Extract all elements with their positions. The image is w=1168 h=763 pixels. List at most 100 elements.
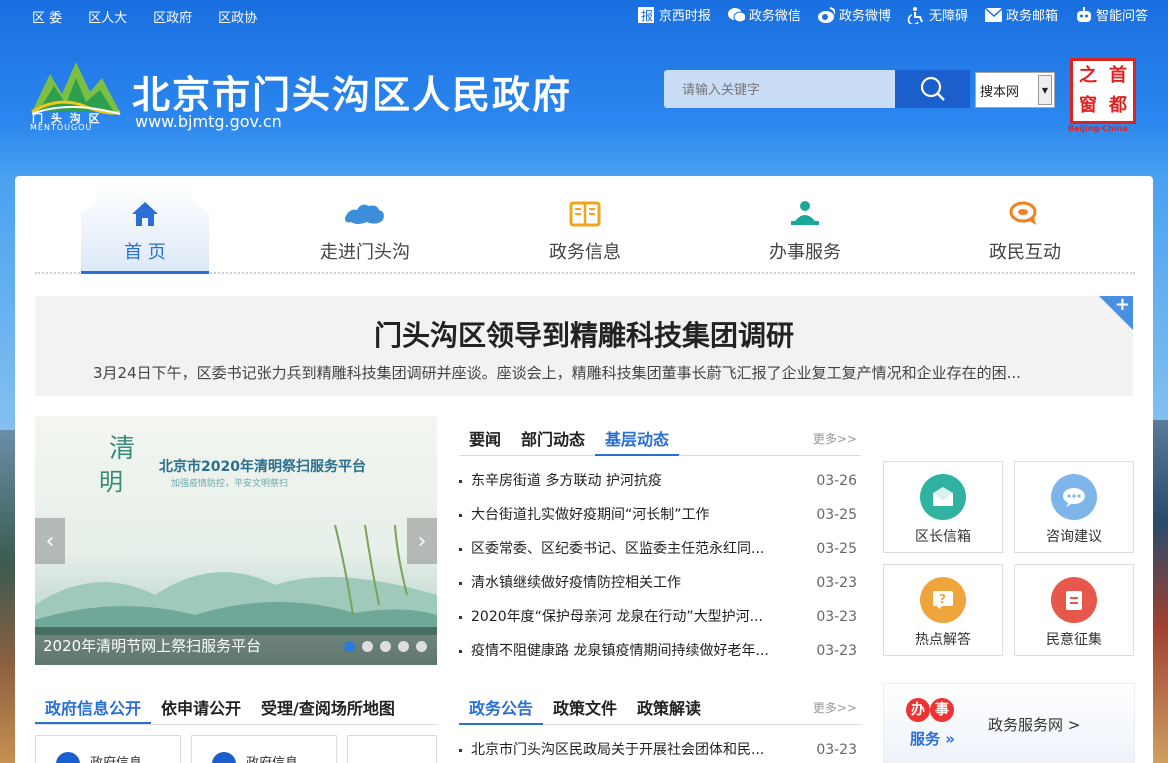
tile-public-opinion[interactable]: 民意征集 <box>1014 564 1134 656</box>
gov-info-box[interactable]: 政府信息 <box>35 735 181 763</box>
dropdown-arrow-icon: ▼ <box>1038 75 1052 105</box>
news-title[interactable]: 清水镇继续做好疫情防控相关工作 <box>471 566 791 600</box>
seal-subtitle: Beijing·China <box>1068 124 1128 133</box>
search-icon <box>920 76 945 101</box>
top-link-smart-qa[interactable]: 智能问答 <box>1074 5 1148 24</box>
search-scope-select[interactable]: 搜本网 ▼ <box>975 72 1055 108</box>
more-link[interactable]: 更多>> <box>813 699 857 716</box>
top-link-district-committee[interactable]: 区 委 <box>32 7 62 26</box>
tab-apply-disclosure[interactable]: 依申请公开 <box>151 685 251 724</box>
top-link-accessibility[interactable]: 无障碍 <box>907 5 968 24</box>
list-item[interactable]: 2020年度“保护母亲河 龙泉在行动”大型护河... 03-23 <box>459 600 861 634</box>
carousel-prev-button[interactable]: ‹ <box>35 518 65 564</box>
site-title: 北京市门头沟区人民政府 <box>132 72 573 117</box>
home-icon <box>81 196 209 232</box>
tile-label: 热点解答 <box>915 632 971 648</box>
headline-title[interactable]: 门头沟区领导到精雕科技集团调研 <box>35 314 1133 354</box>
carousel-next-button[interactable]: › <box>407 518 437 564</box>
tab-policy-docs[interactable]: 政策文件 <box>543 685 627 725</box>
news-title[interactable]: 2020年度“保护母亲河 龙泉在行动”大型护河... <box>471 600 791 634</box>
gov-info-box[interactable] <box>347 735 437 763</box>
headline-summary: 3月24日下午，区委书记张力兵到精雕科技集团调研并座谈。座谈会上，精雕科技集团董… <box>93 364 1021 382</box>
nav-services[interactable]: 办事服务 <box>741 186 869 274</box>
top-link-label: 政务微博 <box>838 9 891 24</box>
news-date: 03-26 <box>816 473 857 489</box>
top-link-wechat[interactable]: 政务微信 <box>727 5 801 24</box>
news-date: 03-23 <box>816 575 857 591</box>
news-title[interactable]: 区委常委、区纪委书记、区监委主任范永红同... <box>471 532 791 566</box>
top-links-left: 区 委 区人大 区政府 区政协 <box>32 7 257 26</box>
news-date: 03-23 <box>816 609 857 625</box>
list-item[interactable]: 大台街道扎实做好疫期间“河长制”工作 03-25 <box>459 498 861 532</box>
document-icon <box>56 752 80 763</box>
tab-venue-map[interactable]: 受理/查阅场所地图 <box>251 685 405 724</box>
carousel-image-subtitle: 加强疫情防控，平安文明祭扫 <box>171 479 289 489</box>
gov-service-link[interactable]: 政务服务网 > <box>988 714 1080 735</box>
top-link-district-congress[interactable]: 区人大 <box>88 7 127 26</box>
chat-icon <box>961 196 1089 232</box>
top-link-jingxi-times[interactable]: 报 京西时报 <box>637 5 711 24</box>
service-tiles: 区长信箱 咨询建议 ? 热点解答 民意征集 <box>883 461 1135 656</box>
news-title[interactable]: 北京市门头沟区民政局关于开展社会团体和民... <box>471 733 791 763</box>
news-title[interactable]: 疫情不阻健康路 龙泉镇疫情期间持续做好老年... <box>471 634 791 668</box>
nav-label: 政民互动 <box>989 242 1061 263</box>
tab-announcements[interactable]: 政务公告 <box>459 685 544 725</box>
top-link-district-cppcc[interactable]: 区政协 <box>218 7 257 26</box>
nav-government-info[interactable]: 政务信息 <box>521 186 649 274</box>
top-link-label: 智能问答 <box>1095 9 1148 24</box>
accessibility-icon <box>907 6 925 24</box>
top-link-district-government[interactable]: 区政府 <box>153 7 192 26</box>
main-content-card: 首 页 走进门头沟 政务信息 办事服务 政民互动 门头沟区领导到精雕科技集团调研… <box>15 176 1153 763</box>
speech-bubble-icon <box>1051 474 1097 520</box>
announcements-section: 政务公告 政策文件 政策解读 更多>> 北京市门头沟区民政局关于开展社会团体和民… <box>459 685 861 763</box>
list-item[interactable]: 清水镇继续做好疫情防控相关工作 03-23 <box>459 566 861 600</box>
top-link-weibo[interactable]: 政务微博 <box>817 5 891 24</box>
list-item[interactable]: 区委常委、区纪委书记、区监委主任范永红同... 03-25 <box>459 532 861 566</box>
carousel-dots <box>344 641 427 652</box>
news-date: 03-23 <box>816 643 857 659</box>
banner-ban-char: 办 <box>906 698 930 722</box>
nav-home[interactable]: 首 页 <box>81 186 209 274</box>
gov-box-label: 政府信息 <box>90 752 142 763</box>
tab-gov-info-disclosure[interactable]: 政府信息公开 <box>35 685 152 724</box>
nav-interaction[interactable]: 政民互动 <box>961 186 1089 274</box>
news-title[interactable]: 大台街道扎实做好疫期间“河长制”工作 <box>471 498 791 532</box>
search-button[interactable] <box>895 70 970 108</box>
tab-grassroots-news[interactable]: 基层动态 <box>595 416 680 456</box>
more-link[interactable]: 更多>> <box>813 430 857 447</box>
tab-headlines[interactable]: 要闻 <box>459 416 511 456</box>
carousel-dot[interactable] <box>380 641 391 652</box>
list-item[interactable]: 疫情不阻健康路 龙泉镇疫情期间持续做好老年... 03-23 <box>459 634 861 668</box>
tile-consult-suggest[interactable]: 咨询建议 <box>1014 461 1134 553</box>
headline-banner[interactable]: 门头沟区领导到精雕科技集团调研 3月24日下午，区委书记张力兵到精雕科技集团调研… <box>35 294 1133 396</box>
image-carousel[interactable]: 清 明 北京市2020年清明祭扫服务平台 加强疫情防控，平安文明祭扫 ‹ › 2… <box>35 416 437 665</box>
banner-shi-char: 事 <box>930 698 954 722</box>
news-list: 东辛房街道 多方联动 护河抗疫 03-26 大台街道扎实做好疫期间“河长制”工作 0… <box>459 464 861 668</box>
nav-about-mentougou[interactable]: 走进门头沟 <box>301 186 429 274</box>
seal-char: 首 <box>1109 65 1127 86</box>
gov-info-boxes: 政府信息 政府信息 <box>35 735 437 763</box>
plus-icon[interactable]: + <box>1115 294 1130 315</box>
tab-policy-interpretation[interactable]: 政策解读 <box>627 685 711 725</box>
gov-service-banner[interactable]: 办 事 服务 » 政务服务网 > <box>883 683 1135 763</box>
gov-info-box[interactable]: 政府信息 <box>191 735 337 763</box>
gov-box-label: 政府信息 <box>246 752 298 763</box>
top-bar: 区 委 区人大 区政府 区政协 报 京西时报 政务微信 政务微博 无障碍 政务邮… <box>0 0 1168 30</box>
carousel-dot[interactable] <box>344 641 355 652</box>
banner-service-text: 服务 » <box>910 730 955 748</box>
carousel-dot[interactable] <box>416 641 427 652</box>
tile-hot-answers[interactable]: ? 热点解答 <box>883 564 1003 656</box>
news-title[interactable]: 东辛房街道 多方联动 护河抗疫 <box>471 464 791 498</box>
tile-label: 咨询建议 <box>1046 529 1102 545</box>
list-item[interactable]: 东辛房街道 多方联动 护河抗疫 03-26 <box>459 464 861 498</box>
top-link-mail[interactable]: 政务邮箱 <box>984 5 1058 24</box>
search-input[interactable] <box>664 70 895 108</box>
carousel-dot[interactable] <box>398 641 409 652</box>
carousel-dot[interactable] <box>362 641 373 652</box>
news-panel: 要闻 部门动态 基层动态 更多>> 东辛房街道 多方联动 护河抗疫 03-26 大… <box>459 416 861 668</box>
tile-mayor-mailbox[interactable]: 区长信箱 <box>883 461 1003 553</box>
capital-window-seal[interactable]: 之 首 窗 都 <box>1070 58 1136 124</box>
top-links-right: 报 京西时报 政务微信 政务微博 无障碍 政务邮箱 智能问答 <box>637 5 1148 24</box>
tab-department-news[interactable]: 部门动态 <box>511 416 595 456</box>
list-item[interactable]: 北京市门头沟区民政局关于开展社会团体和民... 03-23 <box>459 733 861 763</box>
